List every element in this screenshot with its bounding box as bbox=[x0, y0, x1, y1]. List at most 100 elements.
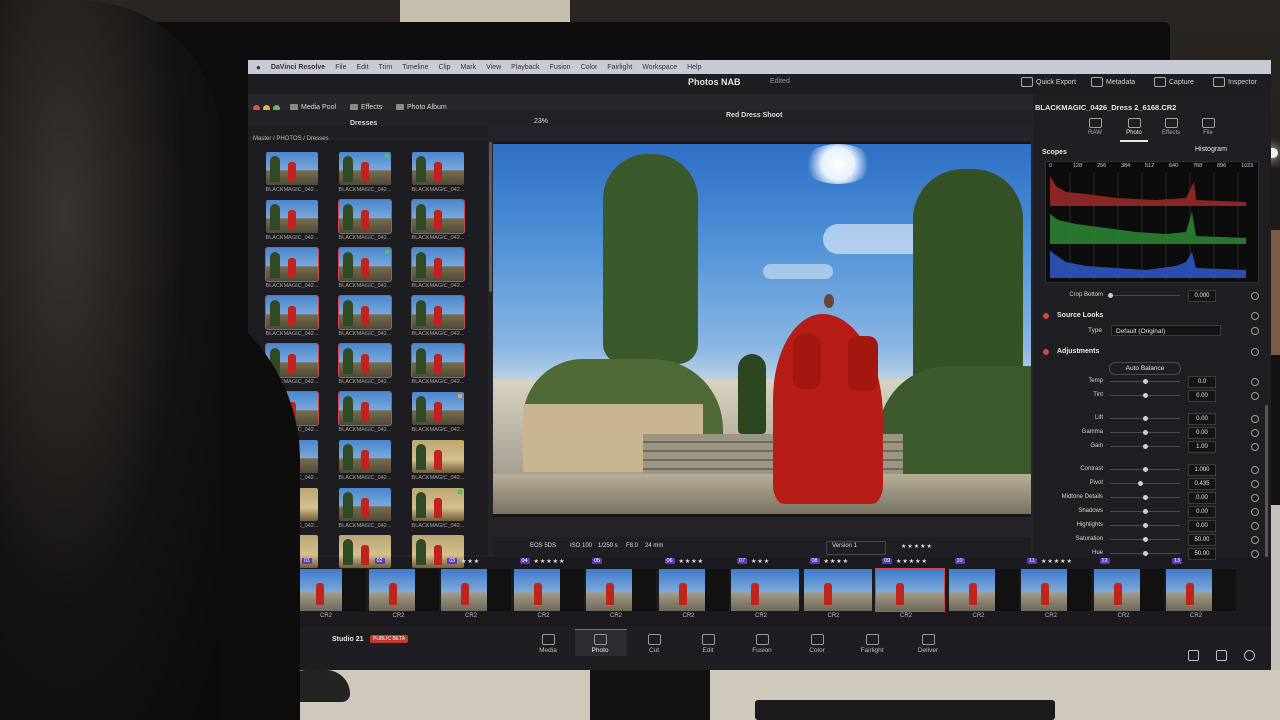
menu-view[interactable]: View bbox=[486, 64, 501, 71]
filmstrip-clip[interactable] bbox=[731, 569, 801, 611]
filmstrip-clip[interactable] bbox=[803, 569, 874, 611]
filmstrip-clip[interactable] bbox=[1021, 569, 1091, 611]
midtone-details-knob[interactable] bbox=[1143, 495, 1148, 500]
page-tab-color[interactable]: Color bbox=[792, 634, 842, 654]
menu-help[interactable]: Help bbox=[687, 64, 701, 71]
midtone-details-value[interactable]: 0.00 bbox=[1188, 492, 1216, 504]
menu-fairlight[interactable]: Fairlight bbox=[607, 64, 632, 71]
gamma-knob[interactable] bbox=[1143, 430, 1148, 435]
menu-trim[interactable]: Trim bbox=[379, 64, 393, 71]
reset-icon[interactable] bbox=[1251, 443, 1259, 451]
tab-effects-inspector[interactable]: Effects bbox=[1154, 118, 1188, 136]
media-pool-thumbnail[interactable] bbox=[338, 391, 392, 426]
filmstrip-clip[interactable] bbox=[1166, 569, 1236, 611]
media-pool-thumbnail[interactable] bbox=[266, 152, 318, 185]
saturation-value[interactable]: 50.00 bbox=[1188, 534, 1216, 546]
clip-rating[interactable]: ★★★★ bbox=[679, 558, 705, 565]
reset-icon[interactable] bbox=[1251, 327, 1259, 335]
source-looks-title[interactable]: Source Looks bbox=[1057, 312, 1103, 319]
rating-stars[interactable]: ★★★★★ bbox=[901, 543, 933, 550]
media-pool-thumbnail[interactable] bbox=[412, 488, 464, 521]
crop-bottom-slider[interactable] bbox=[1110, 295, 1180, 296]
page-tab-photo[interactable]: Photo bbox=[575, 634, 625, 654]
shadows-knob[interactable] bbox=[1143, 509, 1148, 514]
menu-playback[interactable]: Playback bbox=[511, 64, 539, 71]
clip-rating[interactable]: ★★★★ bbox=[824, 558, 850, 565]
shadows-value[interactable]: 0.00 bbox=[1188, 506, 1216, 518]
quick-export-button[interactable]: Quick Export bbox=[1021, 77, 1076, 87]
media-pool-thumbnail[interactable] bbox=[411, 247, 465, 282]
lift-value[interactable]: 0.00 bbox=[1188, 413, 1216, 425]
page-tab-media[interactable]: Media bbox=[523, 634, 573, 654]
clip-rating[interactable]: ★★★ bbox=[461, 558, 480, 565]
reset-icon[interactable] bbox=[1251, 429, 1259, 437]
reset-icon[interactable] bbox=[1251, 378, 1259, 386]
tab-file[interactable]: File bbox=[1191, 118, 1225, 136]
media-pool-scrollbar[interactable] bbox=[489, 142, 492, 292]
media-pool-thumbnail[interactable] bbox=[339, 152, 391, 185]
menu-mark[interactable]: Mark bbox=[461, 64, 477, 71]
highlights-knob[interactable] bbox=[1143, 523, 1148, 528]
media-pool-thumbnail[interactable] bbox=[339, 440, 391, 473]
page-tab-edit[interactable]: Edit bbox=[683, 634, 733, 654]
media-pool-thumbnail[interactable] bbox=[338, 295, 392, 330]
page-tab-cut[interactable]: Cut bbox=[629, 634, 679, 654]
reset-icon[interactable] bbox=[1251, 415, 1259, 423]
media-pool-thumbnail[interactable] bbox=[338, 343, 392, 378]
media-pool-thumbnail[interactable] bbox=[266, 200, 318, 233]
lift-knob[interactable] bbox=[1143, 416, 1148, 421]
gamma-value[interactable]: 0.00 bbox=[1188, 427, 1216, 439]
crop-bottom-value[interactable]: 0.000 bbox=[1188, 290, 1216, 302]
gain-value[interactable]: 1.00 bbox=[1188, 441, 1216, 453]
inspector-scrollbar[interactable] bbox=[1265, 405, 1268, 565]
media-pool-thumbnail[interactable] bbox=[411, 199, 465, 234]
filmstrip-clip[interactable] bbox=[948, 569, 1019, 611]
pivot-value[interactable]: 0.435 bbox=[1188, 478, 1216, 490]
viewer-photo[interactable] bbox=[493, 144, 1031, 514]
type-select[interactable]: Default (Original) bbox=[1111, 325, 1221, 336]
media-pool-thumbnail[interactable] bbox=[339, 488, 391, 521]
media-pool-thumbnail[interactable] bbox=[412, 152, 464, 185]
menu-timeline[interactable]: Timeline bbox=[402, 64, 428, 71]
hue-value[interactable]: 50.00 bbox=[1188, 548, 1216, 560]
media-pool-thumbnail[interactable] bbox=[338, 199, 392, 234]
filmstrip-clip[interactable] bbox=[368, 569, 439, 611]
media-pool-thumbnail[interactable] bbox=[265, 295, 319, 330]
reset-icon[interactable] bbox=[1251, 522, 1259, 530]
clip-rating[interactable]: ★★★ bbox=[751, 558, 770, 565]
scope-type-select[interactable]: Histogram bbox=[1195, 146, 1227, 153]
page-tab-fairlight[interactable]: Fairlight bbox=[847, 634, 897, 654]
adjustments-toggle[interactable] bbox=[1043, 349, 1049, 355]
contrast-knob[interactable] bbox=[1143, 467, 1148, 472]
media-pool-thumbnail[interactable] bbox=[412, 392, 464, 425]
capture-button[interactable]: Capture bbox=[1154, 77, 1194, 87]
clip-rating[interactable]: ★★★★★ bbox=[534, 558, 566, 565]
adjustments-title[interactable]: Adjustments bbox=[1057, 348, 1099, 355]
tab-photo[interactable]: Photo bbox=[1117, 118, 1151, 136]
tint-value[interactable]: 0.00 bbox=[1188, 390, 1216, 402]
reset-icon[interactable] bbox=[1251, 494, 1259, 502]
filmstrip-clip[interactable] bbox=[586, 569, 656, 611]
project-manager-icon[interactable] bbox=[1188, 650, 1199, 661]
reset-icon[interactable] bbox=[1251, 348, 1259, 356]
page-tab-deliver[interactable]: Deliver bbox=[903, 634, 953, 654]
metadata-button[interactable]: Metadata bbox=[1091, 77, 1135, 87]
reset-icon[interactable] bbox=[1251, 536, 1259, 544]
contrast-value[interactable]: 1.000 bbox=[1188, 464, 1216, 476]
highlights-value[interactable]: 0.00 bbox=[1188, 520, 1216, 532]
media-pool-thumbnail[interactable] bbox=[338, 247, 392, 282]
filmstrip-clip[interactable] bbox=[658, 569, 729, 611]
menu-color[interactable]: Color bbox=[581, 64, 598, 71]
inspector-button[interactable]: Inspector bbox=[1213, 77, 1257, 87]
reset-icon[interactable] bbox=[1251, 466, 1259, 474]
temp-knob[interactable] bbox=[1143, 379, 1148, 384]
reset-icon[interactable] bbox=[1251, 508, 1259, 516]
auto-balance-button[interactable]: Auto Balance bbox=[1109, 362, 1181, 375]
home-icon[interactable] bbox=[1216, 650, 1227, 661]
gain-knob[interactable] bbox=[1143, 444, 1148, 449]
saturation-knob[interactable] bbox=[1143, 537, 1148, 542]
menu-file[interactable]: File bbox=[335, 64, 346, 71]
media-pool-thumbnail[interactable] bbox=[411, 295, 465, 330]
crop-bottom-knob[interactable] bbox=[1108, 293, 1113, 298]
reset-icon[interactable] bbox=[1251, 550, 1259, 558]
